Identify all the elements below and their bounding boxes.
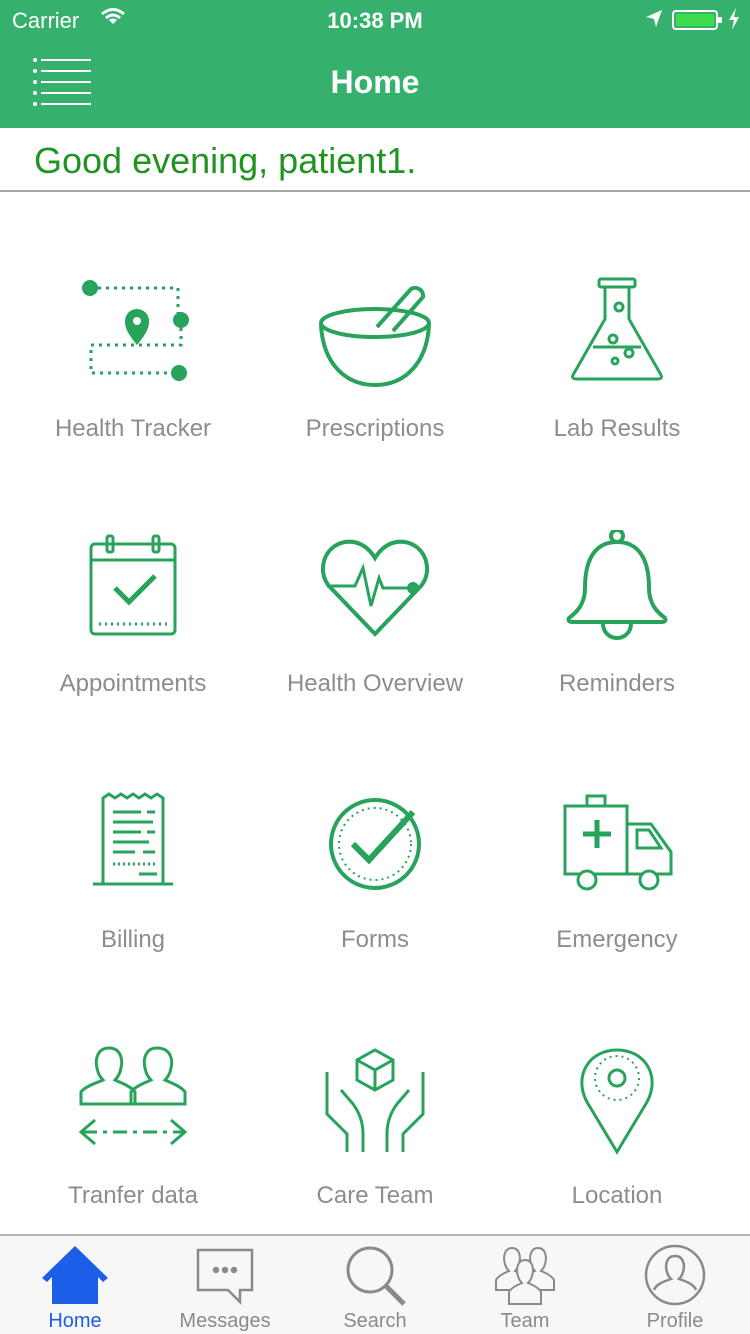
battery-icon bbox=[672, 10, 722, 30]
tile-label: Health Overview bbox=[286, 670, 464, 697]
calendar-check-icon bbox=[89, 534, 177, 636]
tab-home[interactable]: Home bbox=[0, 1236, 150, 1334]
tile-lab-results[interactable]: Lab Results bbox=[492, 275, 742, 525]
app-screen: Carrier 10:38 PM Home Good evening, pati… bbox=[0, 0, 750, 1334]
tile-label: Appointments bbox=[59, 670, 207, 697]
tile-label: Billing bbox=[100, 926, 166, 953]
nav-bar: Home bbox=[0, 40, 750, 128]
bell-icon bbox=[566, 530, 668, 640]
tile-forms[interactable]: Forms bbox=[250, 786, 500, 1036]
tile-label: Location bbox=[571, 1182, 663, 1209]
page-title: Home bbox=[330, 64, 420, 100]
charging-icon bbox=[729, 8, 739, 30]
status-bar: Carrier 10:38 PM bbox=[0, 0, 750, 40]
hands-box-icon bbox=[325, 1048, 425, 1152]
flask-icon bbox=[571, 277, 663, 381]
tile-prescriptions[interactable]: Prescriptions bbox=[250, 275, 500, 525]
tile-emergency[interactable]: Emergency bbox=[492, 786, 742, 1036]
transfer-users-icon bbox=[78, 1046, 188, 1146]
tile-label: Prescriptions bbox=[305, 415, 445, 442]
ambulance-icon bbox=[563, 794, 673, 891]
header: Carrier 10:38 PM Home bbox=[0, 0, 750, 128]
home-icon bbox=[42, 1246, 108, 1304]
tab-messages[interactable]: Messages bbox=[150, 1236, 300, 1334]
tile-label: Lab Results bbox=[553, 415, 681, 442]
tile-billing[interactable]: Billing bbox=[8, 786, 258, 1036]
receipt-icon bbox=[93, 792, 173, 886]
team-icon bbox=[495, 1246, 555, 1305]
tab-profile[interactable]: Profile bbox=[600, 1236, 750, 1334]
tab-label: Search bbox=[343, 1310, 407, 1332]
heart-pulse-icon bbox=[320, 539, 430, 637]
greeting-text: Good evening, patient1. bbox=[34, 140, 417, 181]
tab-team[interactable]: Team bbox=[450, 1236, 600, 1334]
tab-label: Profile bbox=[646, 1310, 704, 1332]
tab-label: Team bbox=[500, 1310, 550, 1332]
tab-bar: Home Messages Search Team Profile bbox=[0, 1234, 750, 1334]
tile-label: Tranfer data bbox=[68, 1182, 198, 1209]
tab-search[interactable]: Search bbox=[300, 1236, 450, 1334]
location-arrow-icon bbox=[646, 10, 662, 27]
tile-label: Health Tracker bbox=[54, 415, 212, 442]
check-circle-icon bbox=[329, 798, 421, 890]
profile-icon bbox=[644, 1244, 706, 1306]
divider bbox=[0, 190, 750, 192]
message-icon bbox=[196, 1248, 254, 1306]
tile-appointments[interactable]: Appointments bbox=[8, 530, 258, 780]
search-icon bbox=[346, 1246, 406, 1306]
tile-label: Emergency bbox=[556, 926, 678, 953]
route-map-icon bbox=[82, 280, 189, 381]
location-pin-icon bbox=[580, 1048, 654, 1155]
tab-label: Messages bbox=[179, 1310, 271, 1332]
tab-label: Home bbox=[48, 1310, 102, 1332]
tile-health-tracker[interactable]: Health Tracker bbox=[8, 275, 258, 525]
status-time: 10:38 PM bbox=[327, 8, 423, 33]
tile-label: Forms bbox=[341, 926, 409, 953]
tile-health-overview[interactable]: Health Overview bbox=[250, 530, 500, 780]
tile-label: Care Team bbox=[316, 1182, 434, 1209]
mortar-pestle-icon bbox=[319, 285, 431, 388]
tile-label: Reminders bbox=[558, 670, 676, 697]
tile-reminders[interactable]: Reminders bbox=[492, 530, 742, 780]
